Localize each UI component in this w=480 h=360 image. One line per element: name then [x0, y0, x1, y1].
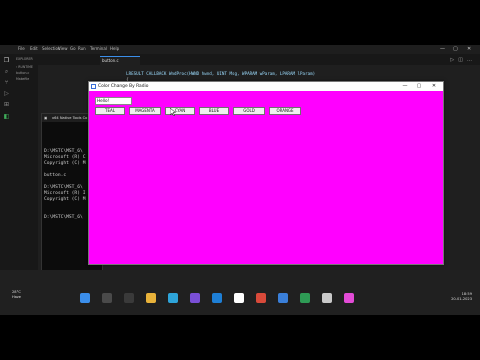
color-change-app-icon[interactable] [344, 293, 354, 303]
editor-actions: ▷◫… [450, 57, 476, 63]
activity-bar: ❐ ⌕ ⑂ ▷ ⊞ ◧ ◉ ⚙ [0, 54, 13, 306]
app-icon-gray[interactable] [322, 293, 332, 303]
app-icon-red[interactable] [256, 293, 266, 303]
search-icon[interactable]: ⌕ [3, 68, 10, 75]
app-title-bar[interactable]: Color Change By Radio — ▢ ✕ [89, 82, 443, 91]
menu-file[interactable]: File [18, 46, 25, 51]
tab-button-c[interactable]: button.c [100, 56, 140, 65]
color-change-window[interactable]: Color Change By Radio — ▢ ✕ Hello! TEAL … [88, 81, 444, 265]
teal-button[interactable]: TEAL [95, 107, 125, 115]
app-title: Color Change By Radio [98, 84, 149, 89]
split-editor-icon[interactable]: ◫ [458, 57, 467, 63]
file-explorer-icon[interactable] [146, 293, 156, 303]
vscode-icon[interactable] [212, 293, 222, 303]
menu-help[interactable]: Help [110, 46, 119, 51]
vscode-maximize-button[interactable]: ▢ [453, 46, 458, 52]
cmd-line: Copyright (C) M [44, 197, 86, 202]
start-icon[interactable] [80, 293, 90, 303]
search-taskbar-icon[interactable] [102, 293, 112, 303]
more-icon[interactable]: … [467, 57, 476, 63]
app-icon-green[interactable] [300, 293, 310, 303]
mouse-cursor-icon [170, 108, 176, 116]
app-close-button[interactable]: ✕ [428, 83, 440, 90]
menu-go[interactable]: Go [70, 46, 76, 51]
blue-button[interactable]: BLUE [199, 107, 229, 115]
app-maximize-button[interactable]: ▢ [413, 83, 425, 90]
explorer-file-button-c[interactable]: button.c [16, 71, 29, 75]
app-icon [91, 84, 96, 89]
cmd-line: D:\MSTC\MST_6\ [44, 215, 83, 220]
vscode-minimize-button[interactable]: — [440, 46, 445, 52]
windows-taskbar: 28°C Haze 18:59 20-01-2023 [0, 270, 480, 315]
menu-view[interactable]: View [58, 46, 68, 51]
extensions-icon[interactable]: ⊞ [3, 101, 10, 108]
clock-date: 20-01-2023 [451, 297, 472, 301]
code-line[interactable]: LRESULT CALLBACK WndProc(HWND hwnd, UINT… [116, 71, 315, 76]
hello-text-field[interactable]: Hello! [95, 97, 132, 105]
system-tray[interactable]: 18:59 20-01-2023 [451, 292, 472, 302]
terminal-icon[interactable] [234, 293, 244, 303]
cmd-title: x64 Native Tools Co [52, 116, 88, 120]
cmd-line: D:\MSTC\MST_6\ [44, 185, 83, 190]
menu-edit[interactable]: Edit [30, 46, 38, 51]
vscode-close-button[interactable]: ✕ [467, 46, 471, 52]
files-icon[interactable]: ❐ [3, 57, 10, 64]
menu-terminal[interactable]: Terminal [90, 46, 107, 51]
visual-studio-icon[interactable] [190, 293, 200, 303]
edge-icon[interactable] [168, 293, 178, 303]
cmd-line: D:\MSTC\MST_6\ [44, 149, 83, 154]
menu-run[interactable]: Run [78, 46, 86, 51]
cmd-line: Copyright (C) M [44, 161, 86, 166]
magenta-button[interactable]: MAGENTA [129, 107, 161, 115]
explorer-title: EXPLORER [16, 57, 33, 61]
gold-button[interactable]: GOLD [233, 107, 265, 115]
explorer-folder[interactable]: › RUNTIME [16, 65, 33, 69]
cmd-line: Microsoft (R) I [44, 191, 86, 196]
run-debug-icon[interactable]: ▷ [3, 90, 10, 97]
explorer-sidebar: EXPLORER › RUNTIME button.c Makefile › O… [13, 54, 38, 306]
source-control-icon[interactable]: ⑂ [3, 79, 10, 86]
cmd-line: Microsoft (R) C [44, 155, 86, 160]
cmd-icon: ▣ [44, 116, 48, 120]
explorer-file-makefile[interactable]: Makefile [16, 77, 29, 81]
weather-widget[interactable]: 28°C Haze [12, 290, 21, 300]
app-minimize-button[interactable]: — [399, 83, 411, 90]
editor-tab-bar: button.c ▷◫… [38, 54, 480, 65]
remote-icon[interactable]: ◧ [3, 113, 10, 120]
weather-desc: Haze [12, 295, 22, 299]
task-view-icon[interactable] [124, 293, 134, 303]
app-icon-blue[interactable] [278, 293, 288, 303]
orange-button[interactable]: ORANGE [269, 107, 301, 115]
cmd-line: button.c [44, 173, 67, 178]
app-client-area: Hello! TEAL MAGENTA CYAN BLUE GOLD ORANG… [89, 91, 443, 264]
